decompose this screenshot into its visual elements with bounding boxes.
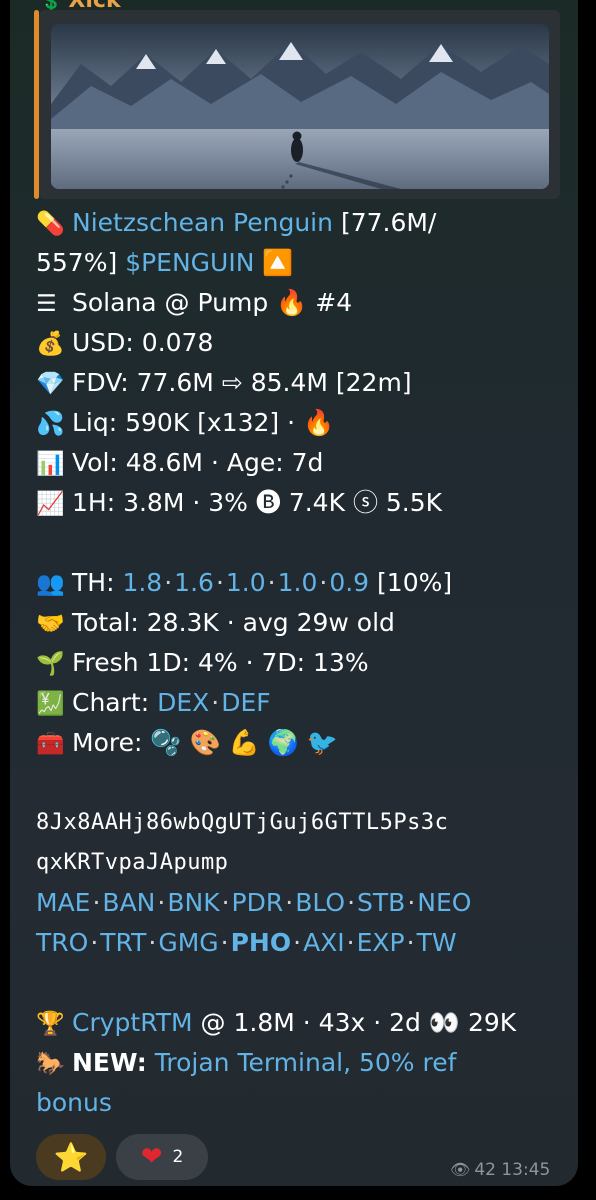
heart-icon: ❤ <box>140 1142 163 1172</box>
up-button-icon: 🔼 <box>262 248 294 277</box>
trophy-icon: 🏆 <box>36 1011 65 1037</box>
chart-up-icon: 📈 <box>36 491 65 517</box>
bot-link[interactable]: BNK <box>167 888 219 917</box>
usd-line: 💰 USD: 0.078 <box>36 323 566 363</box>
more-line: 🧰 More: 🫧 🎨 💪 🌍 🐦 <box>36 723 566 763</box>
droplets-icon: 💦 <box>36 411 65 437</box>
def-link[interactable]: DEF <box>221 688 270 717</box>
th-value-link[interactable]: 1.0 <box>226 568 266 597</box>
fresh-line: 🌱 Fresh 1D: 4% · 7D: 13% <box>36 643 566 683</box>
th-value-link[interactable]: 1.6 <box>174 568 214 597</box>
bot-link[interactable]: PHO <box>231 928 292 957</box>
penguin-mountain-image <box>51 24 549 189</box>
total-line: 🤝 Total: 28.3K · avg 29w old <box>36 603 566 643</box>
th-value-link[interactable]: 1.0 <box>278 568 318 597</box>
seedling-icon: 🌱 <box>36 651 65 677</box>
bubbles-icon[interactable]: 🫧 <box>150 728 181 757</box>
bot-link[interactable]: PDR <box>232 888 284 917</box>
chart-exchange-icon: 💹 <box>36 691 65 717</box>
eye-icon: 👁 <box>450 1160 471 1179</box>
preview-image[interactable] <box>51 24 549 189</box>
bot-link[interactable]: TRO <box>36 928 88 957</box>
heart-reaction-button[interactable]: ❤ 2 <box>116 1134 208 1180</box>
bot-link[interactable]: BLO <box>295 888 345 917</box>
trojan-terminal-link-cont[interactable]: bonus <box>36 1088 112 1117</box>
fire-icon: 🔥 <box>303 408 335 437</box>
liq-line: 💦 Liq: 590K [x132] · 🔥 <box>36 403 566 443</box>
gem-icon: 💎 <box>36 371 65 397</box>
solana-icon: ☰ <box>36 291 57 317</box>
heart-count: 2 <box>172 1147 184 1167</box>
message-meta: 👁 42 13:45 <box>450 1160 550 1180</box>
bot-link[interactable]: BAN <box>102 888 155 917</box>
cryptrtm-link[interactable]: CryptRTM <box>72 1008 193 1037</box>
pill-icon: 💊 <box>36 211 65 237</box>
token-line: 💊 Nietzschean Penguin [77.6M/ <box>36 203 566 243</box>
fdv-line: 💎 FDV: 77.6M ⇨ 85.4M [22m] <box>36 363 566 403</box>
new-line-2: bonus <box>36 1083 566 1123</box>
view-count: 42 <box>474 1160 496 1180</box>
bar-chart-icon: 📊 <box>36 451 65 477</box>
bot-link[interactable]: GMG <box>158 928 218 957</box>
money-bag-icon: 💰 <box>36 331 65 357</box>
arrow-right-icon: ⇨ <box>221 368 243 397</box>
trojan-terminal-link[interactable]: Trojan Terminal, 50% ref <box>155 1048 457 1077</box>
star-icon: ⭐ <box>53 1140 89 1174</box>
contract-address-line2[interactable]: qxKRTvpaJApump <box>36 843 566 883</box>
th-value-link[interactable]: 1.8 <box>122 568 162 597</box>
horse-icon: 🐎 <box>36 1051 65 1077</box>
dex-link[interactable]: DEX <box>157 688 209 717</box>
eyes-icon: 👀 <box>428 1008 460 1037</box>
bots-row-2: TRO·TRT·GMG·PHO·AXI·EXP·TW <box>36 928 457 957</box>
chain-line: ☰ Solana @ Pump 🔥 #4 <box>36 283 566 323</box>
b-circle-icon: 🅑 <box>255 488 281 517</box>
flexed-biceps-icon[interactable]: 💪 <box>229 728 260 757</box>
vol-line: 📊 Vol: 48.6M · Age: 7d <box>36 443 566 483</box>
preview-accent-bar <box>34 10 39 199</box>
bot-link[interactable]: TW <box>417 928 457 957</box>
bot-link[interactable]: MAE <box>36 888 90 917</box>
h1-line: 📈 1H: 3.8M · 3% 🅑 7.4K ⓢ 5.5K <box>36 483 566 523</box>
people-icon: 👥 <box>36 571 65 597</box>
bot-link[interactable]: STB <box>357 888 405 917</box>
new-line: 🐎 NEW: Trojan Terminal, 50% ref <box>36 1043 566 1083</box>
fire-icon: 🔥 <box>276 288 308 317</box>
th-value-link[interactable]: 0.9 <box>329 568 369 597</box>
bot-link[interactable]: NEO <box>417 888 471 917</box>
message-text: 💊 Nietzschean Penguin [77.6M/ 557%] $PENG… <box>36 203 566 1123</box>
ticker-link[interactable]: $PENGUIN <box>125 248 254 277</box>
bot-link[interactable]: TRT <box>100 928 146 957</box>
bot-link[interactable]: EXP <box>357 928 405 957</box>
chart-line: 💹 Chart: DEX·DEF <box>36 683 566 723</box>
trophy-line: 🏆 CryptRTM @ 1.8M · 43x · 2d 👀 29K <box>36 1003 566 1043</box>
s-circle-icon: ⓢ <box>352 488 378 517</box>
handshake-icon: 🤝 <box>36 611 65 637</box>
toolbox-icon: 🧰 <box>36 731 65 757</box>
contract-address-line1[interactable]: 8Jx8AAHj86wbQgUTjGuj6GTTL5Ps3c <box>36 803 566 843</box>
globe-icon[interactable]: 🌍 <box>268 728 299 757</box>
bird-icon[interactable]: 🐦 <box>307 728 338 757</box>
star-reaction-button[interactable]: ⭐ <box>36 1134 106 1180</box>
palette-icon[interactable]: 🎨 <box>189 728 220 757</box>
token-line-2: 557%] $PENGUIN 🔼 <box>36 248 294 277</box>
message-time: 13:45 <box>501 1160 551 1180</box>
th-line: 👥 TH: 1.8·1.6·1.0·1.0·0.9 [10%] <box>36 563 566 603</box>
bots-row-1: MAE·BAN·BNK·PDR·BLO·STB·NEO <box>36 888 472 917</box>
bot-link[interactable]: AXI <box>303 928 345 957</box>
token-name-link[interactable]: Nietzschean Penguin <box>72 208 333 237</box>
